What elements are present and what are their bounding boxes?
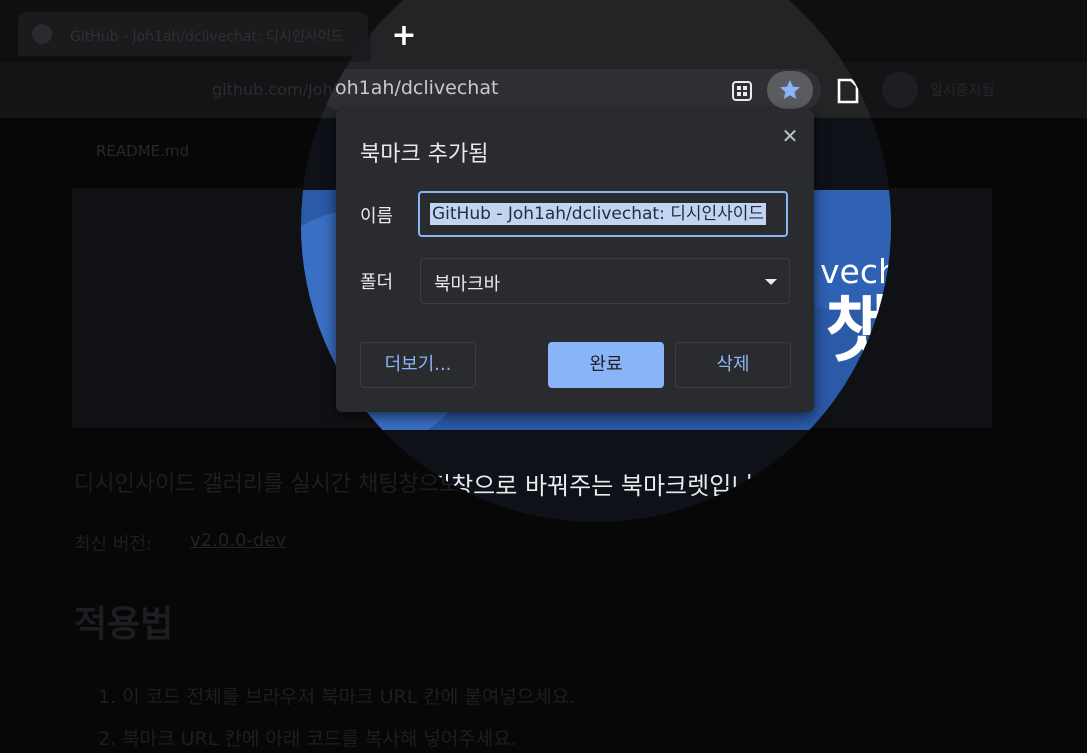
version-label: 최신 버전: [74,534,153,555]
name-label: 이름 [360,206,394,227]
version-link[interactable]: v2.0.0-dev [190,530,286,551]
folder-value: 북마크바 [434,274,501,295]
folder-label: 폴더 [360,272,394,293]
done-button[interactable]: 완료 [548,342,664,388]
close-icon[interactable]: ✕ [776,122,804,150]
profile-label: 일시중지됨 [930,83,995,99]
active-tab[interactable] [371,0,891,62]
star-icon [780,80,800,99]
bookmark-added-dialog: 북마크 추가됨 ✕ 이름 GitHub - Joh1ah/dclivechat:… [336,110,814,412]
folder-dropdown[interactable]: 북마크바 [420,258,790,304]
bookmark-name-value: GitHub - Joh1ah/dclivechat: 디시인사이드 [430,203,767,225]
readme-label: README.md [96,142,190,160]
usage-heading: 적용법 [74,604,174,645]
new-tab-button[interactable]: + [387,16,421,56]
remove-button[interactable]: 삭제 [675,342,791,388]
install-app-svg [732,81,752,101]
usage-step-1: 1. 이 코드 전체를 브라우저 북마크 URL 칸에 붙여넣으세요. [98,686,576,708]
chevron-down-icon [765,279,777,285]
document-icon [837,78,859,104]
usage-step-2: 2. 북마크 URL 칸에 아래 코드를 복사해 넣어주세요. [98,728,517,750]
github-favicon-icon [32,24,52,44]
url-text: oh1ah/dclivechat [335,77,499,99]
bookmark-star-button[interactable] [767,71,813,109]
bookmark-name-input[interactable]: GitHub - Joh1ah/dclivechat: 디시인사이드 [418,191,788,237]
reading-list-icon[interactable] [833,76,863,106]
banner-title-text: vech [820,252,891,291]
dialog-title: 북마크 추가됨 [360,142,489,167]
install-app-icon[interactable] [727,76,757,106]
page-description: 팅창으로 바꿔주는 북마크렛입니 [429,472,754,500]
banner-chat-glyph: 챗 [825,288,891,372]
more-button[interactable]: 더보기... [360,342,476,388]
